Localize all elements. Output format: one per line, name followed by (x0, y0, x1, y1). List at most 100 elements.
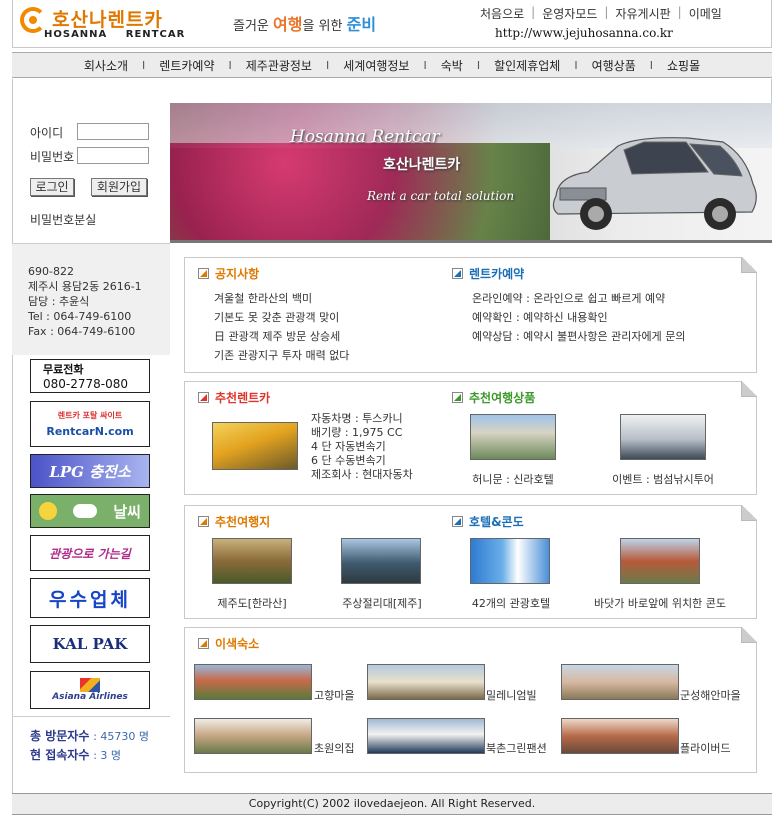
logo-english[interactable]: HOSANNA RENTCAR (44, 29, 185, 40)
recommend-car-heading[interactable]: 추천렌트카 (198, 389, 270, 406)
section-arrow-icon (452, 516, 463, 527)
weather-banner[interactable]: 날씨 (30, 494, 150, 528)
hallasan-caption[interactable]: 제주도[한라산] (196, 595, 308, 611)
lodging-name-5[interactable]: 북촌그린팬션 (486, 739, 547, 758)
notice-heading[interactable]: 공지사항 (198, 265, 259, 282)
car-displacement: 배기량 : 1,975 CC (311, 426, 403, 439)
fax: Fax : 064-749-6100 (28, 325, 136, 338)
honeymoon-caption[interactable]: 허니문 : 신라호텔 (458, 471, 568, 487)
nav-world-travel[interactable]: 세계여행정보 (329, 57, 423, 74)
kalpak-banner[interactable]: KAL PAK (30, 625, 150, 663)
lodging-image-5[interactable] (367, 718, 485, 754)
notice-item[interactable]: 기본도 못 갖춘 관광객 맞이 (214, 308, 349, 327)
hotel-heading[interactable]: 호텔&콘도 (452, 513, 524, 530)
hotel-image[interactable] (470, 538, 550, 584)
main-nav: 회사소개 I 렌트카예약 I 제주관광정보 I 세계여행정보 I 숙박 I 할인제휴업체 I… (12, 52, 772, 78)
recommend-tour-heading[interactable]: 추천여행상품 (452, 389, 535, 406)
nav-rentcar-reserve[interactable]: 렌트카예약 (145, 57, 228, 74)
reservation-consult[interactable]: 예약상담 : 예약시 불편사항은 관리자에게 문의 (472, 327, 685, 346)
link-board[interactable]: 자유게시판 (615, 5, 670, 22)
condo-caption[interactable]: 바닷가 바로앞에 위치한 콘도 (578, 595, 742, 611)
footer-copyright: Copyright(C) 2002 ilovedaejeon. All Righ… (12, 793, 772, 815)
car-auto-trans: 4 단 자동변속기 (311, 440, 386, 453)
lodging-image-2[interactable] (367, 664, 485, 700)
notice-item[interactable]: 겨울철 한라산의 백미 (214, 289, 349, 308)
lodging-image-1[interactable] (194, 664, 312, 700)
tuscani-car-image[interactable] (212, 422, 298, 470)
total-visitors: 총 방문자수 : 45730 명 (30, 727, 170, 746)
car-manual-trans: 6 단 수동변속기 (311, 454, 386, 467)
lpg-banner[interactable]: LPG 충전소 (30, 454, 150, 488)
fold-corner (741, 627, 757, 643)
lost-password-link[interactable]: 비밀번호분실 (30, 211, 96, 228)
nav-jeju-info[interactable]: 제주관광정보 (232, 57, 326, 74)
join-button[interactable]: 회원가입 (91, 178, 147, 196)
nav-shopping[interactable]: 쇼핑몰 (653, 57, 714, 74)
rentcarn-banner[interactable]: 렌트카 포탈 싸이트 RentcarN.com (30, 401, 150, 447)
link-admin[interactable]: 운영자모드 (542, 5, 597, 22)
id-input[interactable] (77, 123, 149, 140)
link-home[interactable]: 처음으로 (480, 5, 524, 22)
toll-free-banner[interactable]: 무료전화 080-2778-080 (30, 359, 150, 393)
notice-item[interactable]: 기존 관광지구 투자 매력 없다 (214, 346, 349, 365)
current-visitors-label: 현 접속자수 (30, 748, 90, 762)
lodging-name-3[interactable]: 군성해안마을 (680, 686, 741, 705)
jusangjeolli-image[interactable] (341, 538, 421, 584)
hero-tagline: Rent a car total solution (367, 189, 515, 203)
total-visitors-value: : 45730 명 (93, 730, 150, 743)
recommend-car-title: 추천렌트카 (215, 391, 271, 405)
hallasan-image[interactable] (212, 538, 292, 584)
slogan-pre: 즐거운 (233, 19, 274, 34)
slogan-travel: 여행 (273, 15, 303, 34)
reservation-check[interactable]: 예약확인 : 예약하신 내용확인 (472, 308, 685, 327)
best-company-banner[interactable]: 우수업체 (30, 578, 150, 618)
top-links: 처음으로 | 운영자모드 | 자유게시판 | 이메일 (480, 5, 770, 22)
hotel-caption[interactable]: 42개의 관광호텔 (456, 595, 566, 611)
weather-label: 날씨 (113, 502, 141, 521)
lodging-name-1[interactable]: 고향마을 (314, 686, 354, 705)
link-email[interactable]: 이메일 (689, 5, 722, 22)
current-visitors-value: : 3 명 (93, 749, 122, 762)
recommend-place-heading[interactable]: 추천여행지 (198, 513, 270, 530)
asiana-banner[interactable]: Asiana Airlines (30, 671, 150, 709)
lodging-image-6[interactable] (561, 718, 679, 754)
current-visitors: 현 접속자수 : 3 명 (30, 746, 170, 765)
lodging-image-3[interactable] (561, 664, 679, 700)
fishing-caption[interactable]: 이벤트 : 범섬낚시투어 (598, 471, 728, 487)
reservation-heading[interactable]: 렌트카예약 (452, 265, 524, 282)
lodging-name-4[interactable]: 초원의집 (314, 739, 354, 758)
nav-company[interactable]: 회사소개 (70, 57, 142, 74)
cloud-icon (73, 504, 98, 518)
lodging-heading[interactable]: 이색숙소 (198, 635, 259, 652)
notice-item[interactable]: 日 관광객 제주 방문 상승세 (214, 327, 349, 346)
reservation-online[interactable]: 온라인예약 : 온라인으로 쉽고 빠르게 예약 (472, 289, 685, 308)
honeymoon-image[interactable] (470, 414, 556, 460)
logo-icon[interactable] (20, 7, 46, 33)
toll-free-number: 080-2778-080 (43, 377, 129, 391)
hero-divider (170, 240, 772, 243)
fold-corner (741, 381, 757, 397)
lodging-name-6[interactable]: 플라이버드 (680, 739, 731, 758)
pw-input[interactable] (77, 147, 149, 164)
nav-travel-products[interactable]: 여행상품 (578, 57, 650, 74)
address-line: 제주시 용담2동 2616-1 (28, 280, 142, 293)
nav-lodging[interactable]: 숙박 (427, 57, 477, 74)
login-button[interactable]: 로그인 (30, 178, 74, 196)
nav-discount[interactable]: 할인제휴업체 (480, 57, 574, 74)
condo-image[interactable] (620, 538, 700, 584)
lodging-image-4[interactable] (194, 718, 312, 754)
lodging-title: 이색숙소 (215, 637, 260, 651)
kalpak-label: KAL PAK (52, 635, 128, 653)
lodging-name-2[interactable]: 밀레니엄빌 (486, 686, 537, 705)
fishing-image[interactable] (620, 414, 706, 460)
jusangjeolli-caption[interactable]: 주상절리대[제주] (326, 595, 438, 611)
asiana-label: Asiana Airlines (52, 692, 128, 702)
logo-korean[interactable]: 호산나렌트카 (52, 5, 163, 32)
fold-corner (741, 505, 757, 521)
car-maker: 제조회사 : 현대자동차 (311, 468, 413, 481)
reservation-list: 온라인예약 : 온라인으로 쉽고 빠르게 예약 예약확인 : 예약하신 내용확인… (472, 289, 685, 346)
car-image (552, 137, 757, 230)
road-banner[interactable]: 관광으로 가는길 (30, 535, 150, 571)
section-arrow-icon (452, 268, 463, 279)
total-visitors-label: 총 방문자수 (30, 729, 90, 743)
